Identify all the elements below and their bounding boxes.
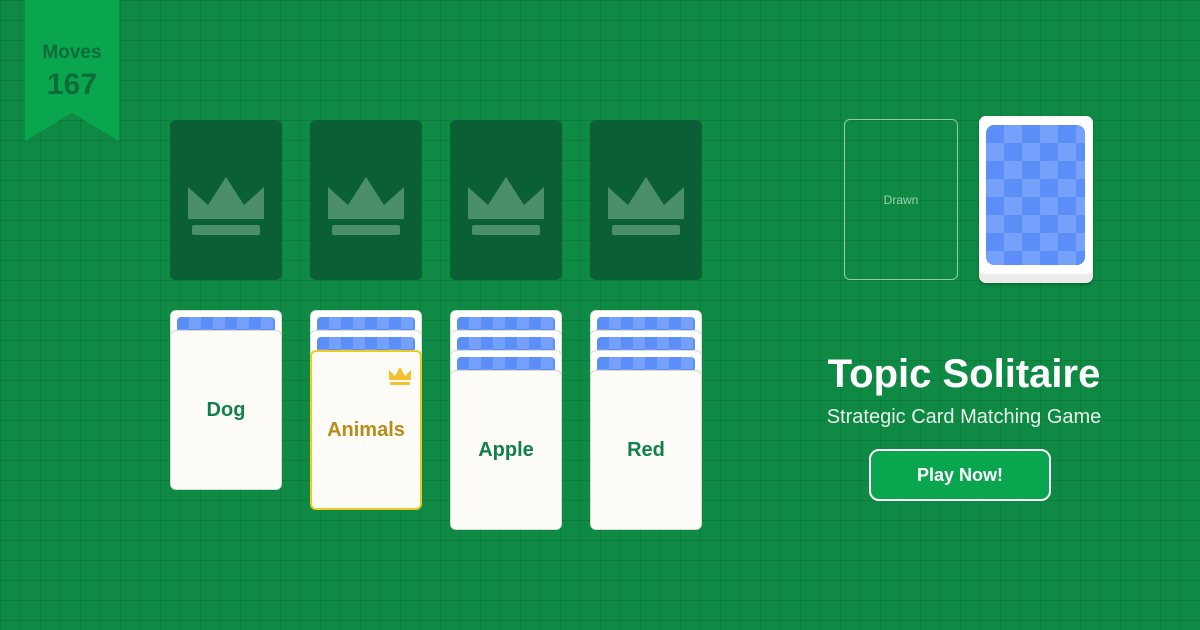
card-back-pattern [986,125,1085,265]
crown-icon [468,177,544,235]
moves-count: 167 [46,68,98,101]
foundation-slot-3[interactable] [450,120,562,280]
card-label: Dog [206,398,246,421]
game-title: Topic Solitaire [827,352,1101,396]
card-dog[interactable]: Dog [170,330,282,490]
foundation-slot-4[interactable] [590,120,702,280]
play-now-button[interactable]: Play Now! [869,449,1051,501]
stock-pile[interactable] [979,116,1093,283]
crown-icon [389,367,411,385]
game-subtitle: Strategic Card Matching Game [826,406,1102,428]
card-apple[interactable]: Apple [450,370,562,530]
foundation-slot-1[interactable] [170,120,282,280]
drawn-pile[interactable]: Drawn [844,119,958,280]
moves-label: Moves [42,42,102,63]
crown-icon [188,177,264,235]
foundation-slot-2[interactable] [310,120,422,280]
card-label: Red [627,438,665,461]
crown-icon [328,177,404,235]
drawn-label: Drawn [883,192,919,207]
moves-badge: Moves 167 [25,0,119,141]
topic-card-animals[interactable]: Animals [310,350,422,510]
crown-icon [608,177,684,235]
card-red[interactable]: Red [590,370,702,530]
card-label: Apple [478,438,534,461]
card-label: Animals [327,418,405,441]
